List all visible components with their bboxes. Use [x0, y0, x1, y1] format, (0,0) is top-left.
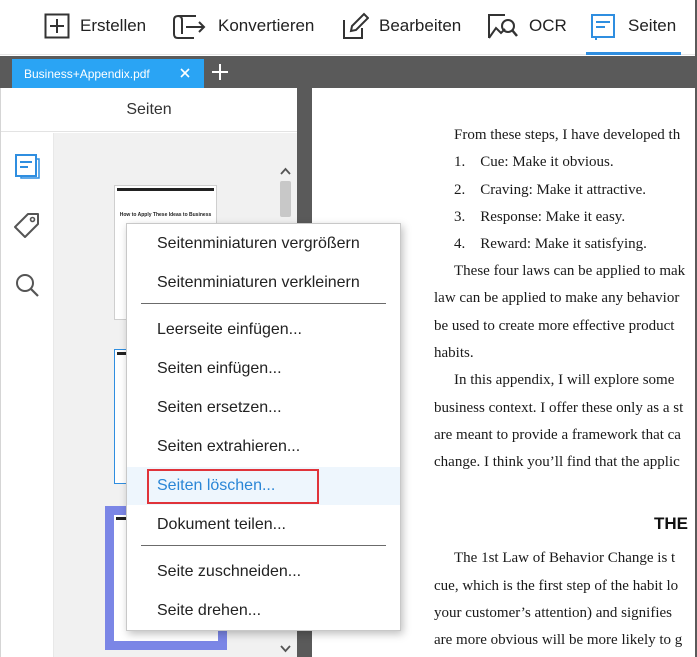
menu-item-insert-pages[interactable]: Seiten einfügen... — [127, 350, 400, 388]
doc-line: From these steps, I have developed th — [454, 127, 681, 143]
toolbar-convert-label: Konvertieren — [218, 16, 315, 35]
doc-line: change. I think you’ll find that the app… — [434, 454, 680, 470]
menu-item-rotate-page[interactable]: Seite drehen... — [127, 592, 400, 630]
doc-line: cue, which is the first step of the habi… — [434, 578, 679, 594]
panel-title: Seiten — [1, 88, 297, 132]
menu-item-split-document[interactable]: Dokument teilen... — [127, 506, 400, 544]
section-heading: THE — [654, 514, 688, 533]
toolbar-convert-button[interactable]: Konvertieren — [172, 0, 314, 52]
app-window: Erstellen Konvertieren Bearbeiten OCR Se… — [0, 0, 697, 657]
new-tab-plus-icon[interactable] — [210, 62, 230, 82]
menu-item-enlarge-thumbnails[interactable]: Seitenminiaturen vergrößern — [127, 225, 400, 263]
main-toolbar: Erstellen Konvertieren Bearbeiten OCR Se… — [0, 0, 697, 55]
menu-item-replace-pages[interactable]: Seiten ersetzen... — [127, 389, 400, 427]
panel-icon-bar — [1, 133, 54, 657]
menu-item-insert-blank-page[interactable]: Leerseite einfügen... — [127, 311, 400, 349]
doc-line: These four laws can be applied to mak — [454, 263, 686, 279]
scrollbar-thumb[interactable] — [280, 181, 291, 217]
doc-line: habits. — [434, 345, 474, 361]
doc-line: 2. Craving: Make it attractive. — [454, 182, 647, 198]
doc-line: your customer’s attention) and signifies — [434, 605, 673, 621]
menu-separator — [141, 545, 386, 546]
close-icon[interactable] — [178, 66, 192, 80]
search-icon[interactable] — [13, 271, 41, 299]
doc-line: 3. Response: Make it easy. — [454, 209, 626, 225]
plus-box-icon — [44, 13, 70, 39]
pages-panel-icon[interactable] — [13, 151, 41, 179]
edit-icon — [341, 12, 369, 40]
toolbar-create-label: Erstellen — [80, 16, 147, 35]
doc-line: business context. I offer these only as … — [434, 400, 684, 416]
toolbar-pages-label: Seiten — [628, 16, 677, 35]
doc-line: are meant to provide a framework that ca — [434, 427, 681, 443]
menu-separator — [141, 303, 386, 304]
menu-item-shrink-thumbnails[interactable]: Seitenminiaturen verkleinern — [127, 264, 400, 302]
scroll-up-arrow-icon[interactable] — [280, 163, 291, 175]
document-tab-label: Business+Appendix.pdf — [24, 66, 150, 81]
doc-line: The 1st Law of Behavior Change is t — [454, 550, 676, 566]
doc-line: 4. Reward: Make it satisfying. — [454, 236, 647, 252]
menu-item-extract-pages[interactable]: Seiten extrahieren... — [127, 428, 400, 466]
scroll-down-arrow-icon[interactable] — [280, 641, 291, 653]
toolbar-edit-label: Bearbeiten — [379, 16, 462, 35]
highlight-annotation-box — [147, 469, 319, 504]
doc-line: are more obvious will be more likely to … — [434, 632, 683, 648]
toolbar-ocr-button[interactable]: OCR — [487, 0, 567, 52]
toolbar-edit-button[interactable]: Bearbeiten — [341, 0, 461, 52]
document-tab-bar: Business+Appendix.pdf — [0, 56, 697, 88]
toolbar-pages-button[interactable]: Seiten — [586, 0, 681, 55]
doc-line: be used to create more effective product — [434, 318, 675, 334]
document-tab[interactable]: Business+Appendix.pdf — [12, 59, 204, 88]
toolbar-ocr-label: OCR — [529, 16, 567, 35]
doc-line: 1. Cue: Make it obvious. — [454, 154, 614, 170]
ocr-icon — [487, 12, 519, 40]
thumbnail-header-bar — [117, 188, 214, 191]
toolbar-create-button[interactable]: Erstellen — [44, 0, 146, 52]
doc-line: In this appendix, I will explore some — [454, 372, 675, 388]
doc-line: law can be applied to make any behavior — [434, 290, 680, 306]
tag-icon[interactable] — [13, 211, 41, 239]
thumbnail-title: How to Apply These Ideas to Business — [119, 212, 212, 218]
convert-icon — [172, 12, 208, 40]
pages-icon — [590, 12, 618, 40]
context-menu: Seitenminiaturen vergrößern Seitenminiat… — [126, 223, 401, 631]
menu-item-crop-page[interactable]: Seite zuschneiden... — [127, 553, 400, 591]
